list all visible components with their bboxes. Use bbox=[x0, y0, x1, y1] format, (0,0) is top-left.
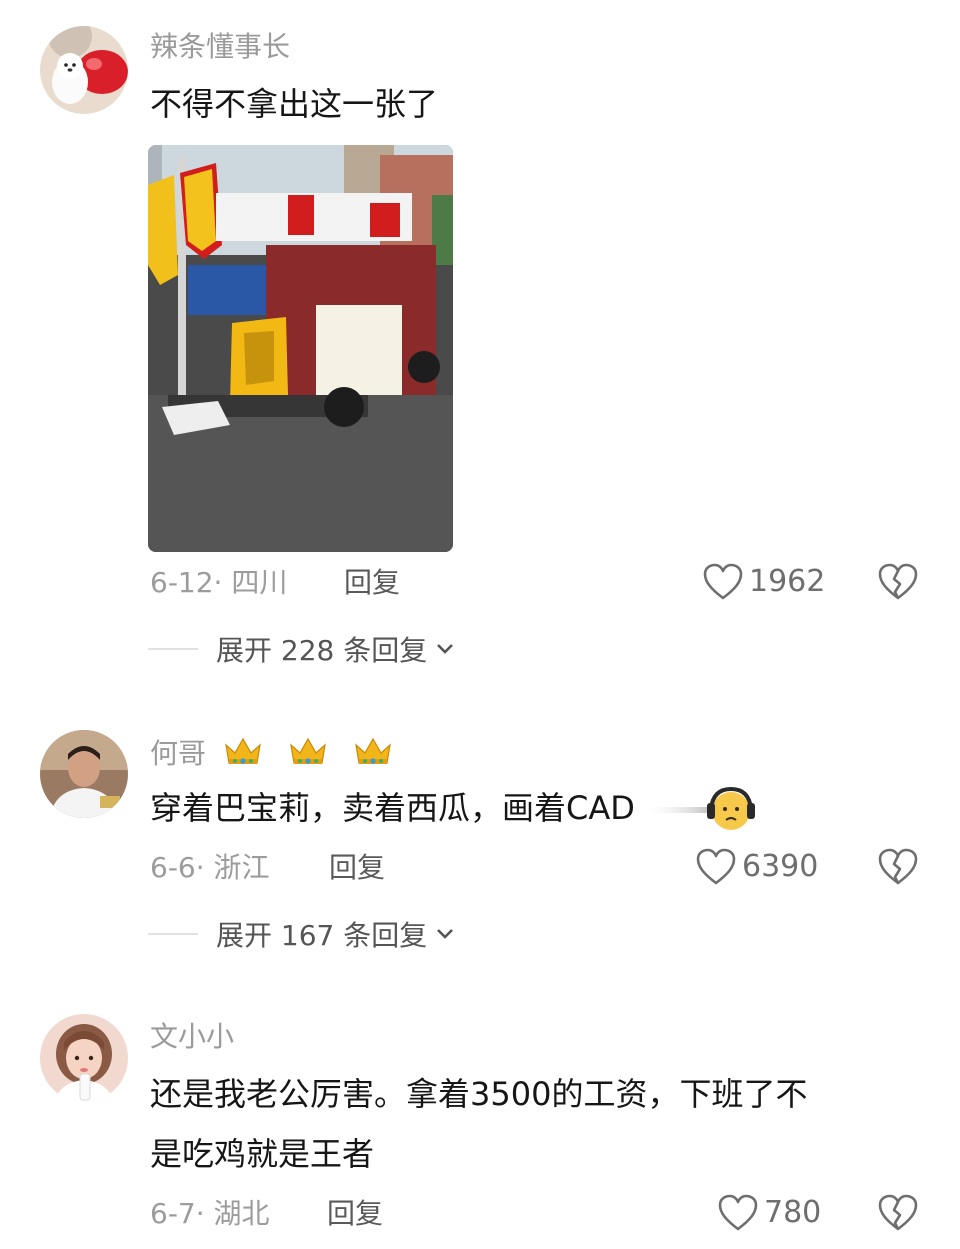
expand-replies-button[interactable]: 展开 228 条回复 bbox=[148, 631, 455, 667]
crown-icon bbox=[354, 737, 391, 764]
broken-heart-icon bbox=[878, 1194, 918, 1231]
comment-text-line: 还是我老公厉害。拿着3500的工资，下班了不 bbox=[150, 1075, 808, 1113]
comment-meta: 6-6· 浙江 bbox=[150, 850, 270, 886]
comment-date: 6-12 bbox=[150, 566, 214, 599]
avatar[interactable] bbox=[40, 730, 128, 818]
comment-date: 6-6 bbox=[150, 851, 196, 884]
heart-icon bbox=[718, 1194, 758, 1231]
chevron-down-icon bbox=[437, 929, 454, 939]
avatar[interactable] bbox=[40, 26, 128, 114]
like-count: 780 bbox=[764, 1195, 822, 1230]
divider-line bbox=[148, 648, 198, 650]
comment-2: 何哥 穿着巴宝莉，卖着西瓜，画着CAD 6-6· 浙江 回复 6390 展开 1… bbox=[0, 700, 960, 980]
comment-text: 穿着巴宝莉，卖着西瓜，画着CAD bbox=[150, 780, 910, 836]
expand-replies-label: 展开 228 条回复 bbox=[216, 634, 428, 667]
dislike-button[interactable] bbox=[878, 1194, 918, 1234]
comment-text: 不得不拿出这一张了 bbox=[150, 85, 439, 123]
comment-meta: 6-12· 四川 bbox=[150, 565, 287, 601]
comment-image[interactable] bbox=[148, 145, 453, 552]
broken-heart-icon bbox=[878, 563, 918, 600]
username[interactable]: 文小小 bbox=[150, 1020, 234, 1054]
like-count: 1962 bbox=[749, 564, 826, 599]
username-text: 何哥 bbox=[150, 737, 207, 770]
comment-text: 还是我老公厉害。拿着3500的工资，下班了不 是吃鸡就是王者 bbox=[150, 1066, 910, 1182]
like-button[interactable]: 780 bbox=[718, 1194, 821, 1232]
reply-button[interactable]: 回复 bbox=[327, 1196, 383, 1232]
username[interactable]: 辣条懂事长 bbox=[150, 30, 290, 64]
reply-button[interactable]: 回复 bbox=[344, 565, 400, 601]
comment-1: 辣条懂事长 不得不拿出这一张了 6-12· 四川 回复 1962 展开 228 … bbox=[0, 0, 960, 690]
heart-icon bbox=[703, 563, 743, 600]
like-button[interactable]: 1962 bbox=[703, 563, 825, 601]
comment-location: · 湖北 bbox=[195, 1197, 270, 1230]
expand-replies-label: 展开 167 条回复 bbox=[216, 919, 428, 952]
dislike-button[interactable] bbox=[878, 563, 918, 603]
divider-line bbox=[148, 933, 198, 935]
crown-icon bbox=[289, 737, 326, 764]
dislike-button[interactable] bbox=[878, 848, 918, 888]
chevron-down-icon bbox=[437, 644, 454, 654]
like-count: 6390 bbox=[742, 849, 819, 884]
broken-heart-icon bbox=[878, 848, 918, 885]
like-button[interactable]: 6390 bbox=[696, 848, 818, 886]
comment-location: · 四川 bbox=[213, 566, 288, 599]
comment-meta: 6-7· 湖北 bbox=[150, 1196, 270, 1232]
comment-text-line: 是吃鸡就是王者 bbox=[150, 1135, 375, 1173]
avatar[interactable] bbox=[40, 1014, 128, 1102]
crown-icon bbox=[225, 737, 261, 764]
heart-icon bbox=[696, 848, 736, 885]
expand-replies-button[interactable]: 展开 167 条回复 bbox=[148, 916, 455, 952]
comment-text-content: 穿着巴宝莉，卖着西瓜，画着CAD bbox=[150, 789, 635, 827]
username[interactable]: 何哥 bbox=[150, 735, 409, 775]
comment-location: · 浙江 bbox=[195, 851, 270, 884]
headphones-face-emoji bbox=[641, 786, 756, 830]
comment-date: 6-7 bbox=[150, 1197, 196, 1230]
badge-group bbox=[223, 735, 409, 775]
comment-3: 文小小 还是我老公厉害。拿着3500的工资，下班了不 是吃鸡就是王者 6-7· … bbox=[0, 1000, 960, 1249]
reply-button[interactable]: 回复 bbox=[329, 850, 385, 886]
